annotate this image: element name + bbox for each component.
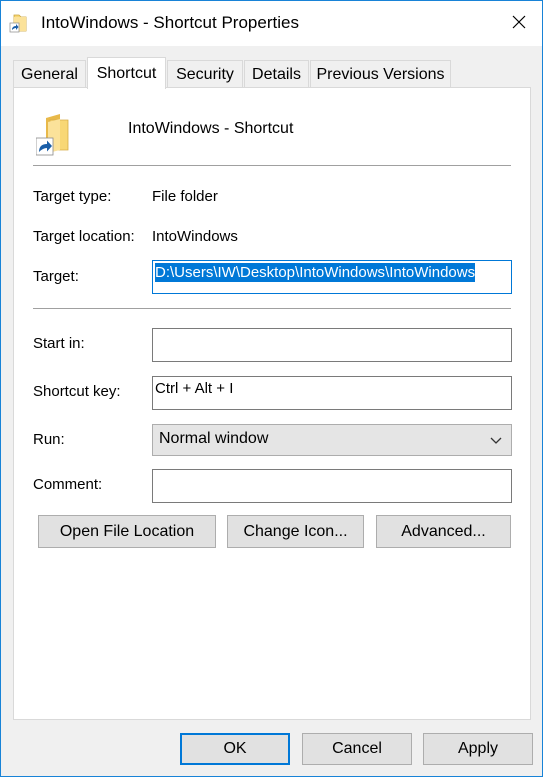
close-button[interactable] (496, 1, 542, 46)
run-dropdown[interactable]: Normal window (152, 424, 512, 456)
advanced-label: Advanced... (401, 522, 486, 540)
title-bar: IntoWindows - Shortcut Properties (1, 1, 542, 46)
apply-label: Apply (457, 740, 499, 757)
change-icon-button[interactable]: Change Icon... (227, 515, 364, 548)
folder-shortcut-icon (35, 112, 72, 156)
ok-label: OK (223, 740, 247, 757)
target-label: Target: (33, 268, 79, 285)
tab-label: Previous Versions (316, 65, 445, 83)
change-icon-label: Change Icon... (243, 522, 348, 540)
chevron-down-icon (489, 434, 503, 448)
comment-input[interactable] (152, 469, 512, 503)
folder-shortcut-icon (9, 13, 29, 33)
advanced-button[interactable]: Advanced... (376, 515, 511, 548)
cancel-button[interactable]: Cancel (302, 733, 412, 765)
open-file-location-label: Open File Location (59, 522, 195, 540)
shortcut-key-label: Shortcut key: (33, 383, 121, 400)
ok-button[interactable]: OK (180, 733, 290, 765)
start-in-input[interactable] (152, 328, 512, 362)
tab-shortcut[interactable]: Shortcut (87, 57, 166, 89)
target-location-value: IntoWindows (152, 228, 238, 245)
start-in-label: Start in: (33, 335, 85, 352)
tab-general[interactable]: General (13, 60, 86, 88)
cancel-label: Cancel (332, 740, 382, 757)
tab-details[interactable]: Details (244, 60, 309, 88)
tab-previous-versions[interactable]: Previous Versions (310, 60, 451, 88)
shortcut-name: IntoWindows - Shortcut (128, 120, 294, 137)
shortcut-key-input[interactable]: Ctrl + Alt + I (152, 376, 512, 410)
open-file-location-button[interactable]: Open File Location (38, 515, 216, 548)
window-title: IntoWindows - Shortcut Properties (41, 13, 299, 32)
tab-label: Security (176, 65, 234, 83)
target-type-label: Target type: (33, 188, 112, 205)
properties-dialog: IntoWindows - Shortcut Properties Genera… (0, 0, 543, 777)
tab-label: Shortcut (96, 64, 157, 82)
tab-security[interactable]: Security (167, 60, 243, 88)
apply-button[interactable]: Apply (423, 733, 533, 765)
target-input[interactable]: D:\Users\IW\Desktop\IntoWindows\IntoWind… (152, 260, 512, 294)
shortcut-key-value: Ctrl + Alt + I (155, 380, 234, 397)
tab-label: General (21, 65, 78, 83)
target-type-value: File folder (152, 188, 218, 205)
comment-label: Comment: (33, 476, 103, 493)
run-label: Run: (33, 431, 65, 448)
divider (33, 165, 511, 166)
close-icon (512, 15, 526, 33)
target-location-label: Target location: (33, 228, 135, 245)
tab-label: Details (252, 65, 301, 83)
divider (33, 308, 511, 309)
run-value: Normal window (159, 430, 269, 447)
shortcut-panel: IntoWindows - Shortcut Target type: File… (13, 87, 531, 720)
target-value: D:\Users\IW\Desktop\IntoWindows\IntoWind… (155, 263, 476, 282)
